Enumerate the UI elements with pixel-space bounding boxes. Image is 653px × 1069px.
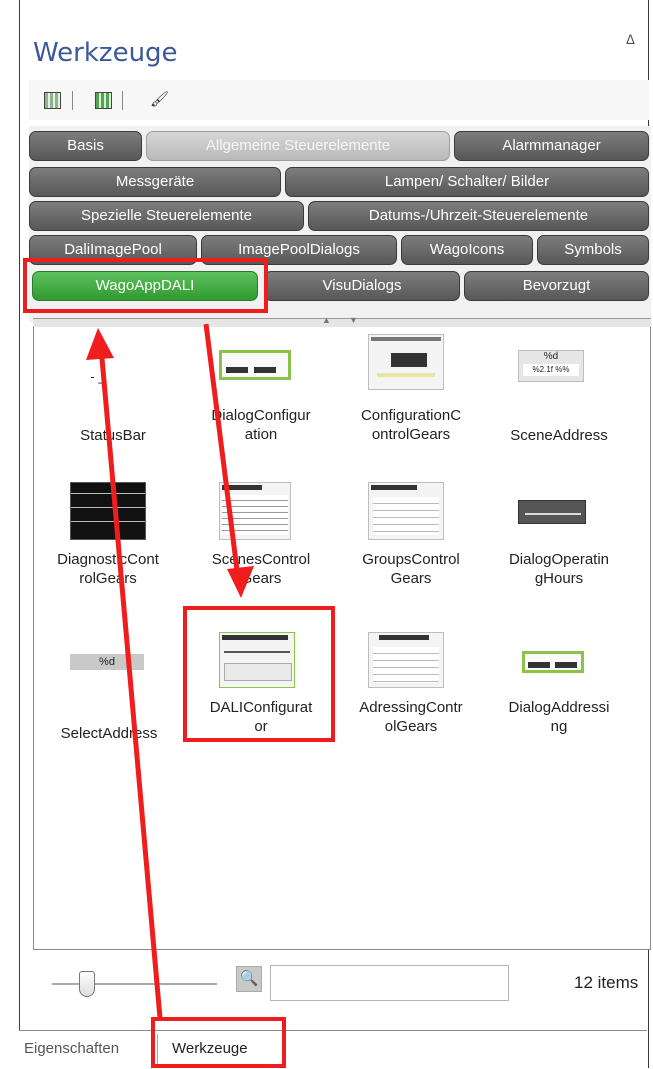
toolbar-separator [72,91,73,110]
item-configurationcontrolgears[interactable]: ConfigurationC ontrolGears [336,406,486,444]
item-label: olGears [384,718,438,735]
item-label: DialogAddressi [508,699,610,716]
item-sceneaddress[interactable]: SceneAddress [484,426,634,445]
expand-down-icon[interactable]: ▼ [349,315,358,325]
items-count: 12 items [574,973,639,992]
item-label: Gears [240,570,282,587]
tab-visudialogs[interactable]: VisuDialogs [264,271,460,301]
item-dialogoperatinghours[interactable]: DialogOperatin gHours [484,550,634,588]
item-label: SceneAddress [510,427,608,444]
zoom-slider-thumb[interactable] [79,971,95,997]
item-scenescontrolgears[interactable]: ScenesControl Gears [186,550,336,588]
item-label: rolGears [79,570,137,587]
item-label: StatusBar [80,427,146,444]
item-label: DialogOperatin [508,551,610,568]
highlight-box-item [183,606,335,742]
zoom-slider-track[interactable] [52,983,217,985]
diagnostic-control-gears-icon [70,482,146,540]
grid-view-icon[interactable] [44,92,61,109]
status-bar-icon: - _ [90,369,106,384]
tab-basis[interactable]: Basis [29,131,142,161]
scene-address-icon: %d %2.1f %% [518,350,584,382]
item-dialogconfiguration[interactable]: DialogConfigur ation [186,406,336,444]
scenes-control-gears-icon [219,482,291,540]
tab-wagoicons[interactable]: WagoIcons [401,235,533,265]
toolbar-separator [122,91,123,110]
item-label: Gears [390,570,432,587]
tab-datums-uhrzeit-steuerelemente[interactable]: Datums-/Uhrzeit-Steuerelemente [308,201,649,231]
item-adressingcontrolgears[interactable]: AdressingContr olGears [336,698,486,736]
item-label: ng [550,718,568,735]
tab-messgeraete[interactable]: Messgeräte [29,167,281,197]
item-label: SelectAddress [60,725,158,742]
groups-control-gears-icon [368,482,444,540]
dialog-operating-hours-icon [518,500,586,524]
item-label: AdressingContr [359,699,463,716]
brush-icon[interactable]: 🖌 [150,90,169,109]
configuration-control-gears-icon [368,334,444,390]
item-groupscontrolgears[interactable]: GroupsControl Gears [336,550,486,588]
item-label: gHours [534,570,584,587]
adressing-control-gears-icon [368,632,444,688]
item-label: ation [244,426,278,443]
pin-icon[interactable]: ⵠ [626,33,635,48]
item-label: ScenesControl [211,551,311,568]
select-address-icon: %d [70,654,144,670]
panel-title: Werkzeuge [33,38,178,68]
tab-bevorzugt[interactable]: Bevorzugt [464,271,649,301]
grid-view-selected-icon[interactable] [95,92,112,109]
collapse-up-icon[interactable]: ▲ [322,315,331,325]
item-label: ontrolGears [371,426,451,443]
highlight-box-tab [23,258,268,313]
item-label: DialogConfigur [211,407,311,424]
dialog-configuration-icon [219,350,291,380]
tab-spezielle-steuerelemente[interactable]: Spezielle Steuerelemente [29,201,304,231]
search-input[interactable] [270,965,509,1001]
tab-symbols[interactable]: Symbols [537,235,649,265]
item-label: DiagnosticCont [57,551,159,568]
item-diagnosticcontrolgears[interactable]: DiagnosticCont rolGears [33,550,183,588]
dialog-addressing-icon [522,651,584,673]
item-label: GroupsControl [362,551,460,568]
item-label: ConfigurationC [360,407,462,424]
tab-eigenschaften[interactable]: Eigenschaften [24,1040,119,1057]
item-dialogaddressing[interactable]: DialogAddressi ng [484,698,634,736]
item-selectaddress[interactable]: SelectAddress [34,724,184,743]
search-icon[interactable]: 🔍 [236,966,262,992]
tab-lampen-schalter-bilder[interactable]: Lampen/ Schalter/ Bilder [285,167,649,197]
tab-allgemeine-steuerelemente[interactable]: Allgemeine Steuerelemente [146,131,450,161]
highlight-box-bottom-tab [151,1017,286,1068]
item-statusbar[interactable]: StatusBar [38,426,188,445]
tab-alarmmanager[interactable]: Alarmmanager [454,131,649,161]
